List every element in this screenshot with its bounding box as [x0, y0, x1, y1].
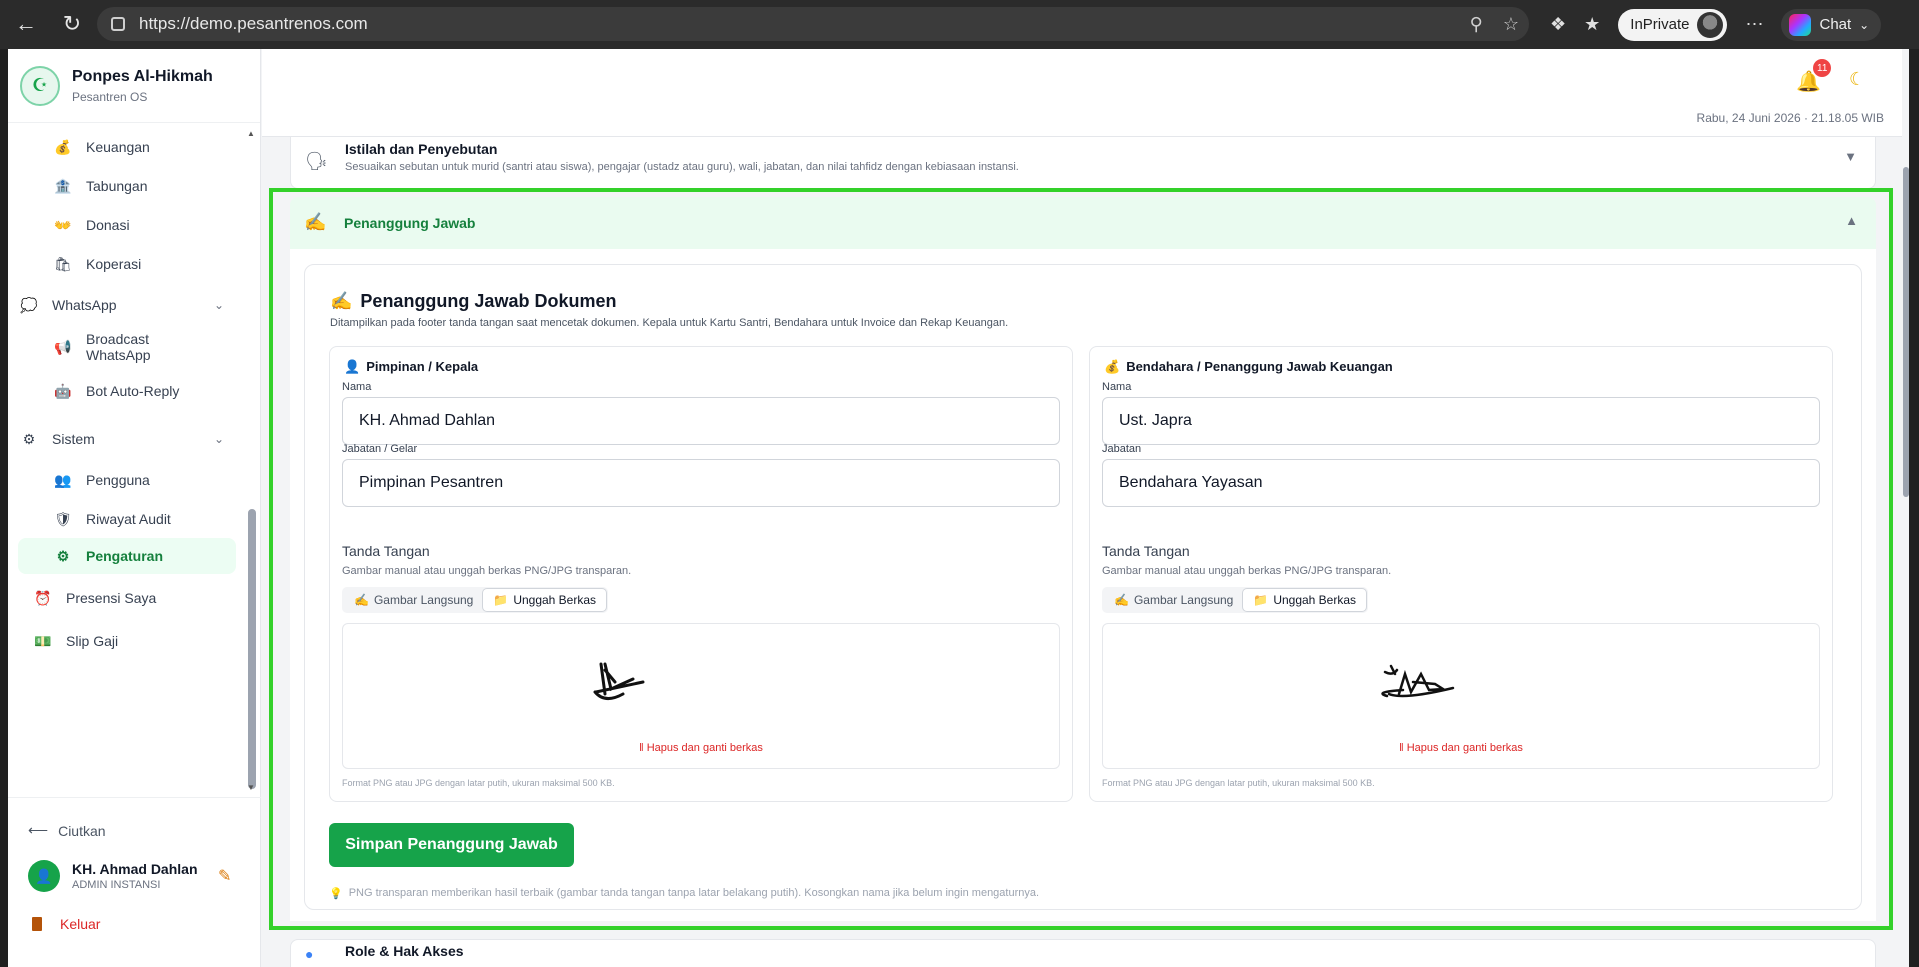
back-icon[interactable]: ←: [8, 6, 44, 42]
shopping-icon: 🛍: [54, 255, 72, 272]
speaking-head-icon: 🗣: [305, 151, 328, 171]
sidebar-item-label: Broadcast WhatsApp: [86, 331, 151, 363]
inprivate-label: InPrivate: [1630, 16, 1690, 33]
istilah-section-card[interactable]: 🗣 Istilah dan Penyebutan Sesuaikan sebut…: [290, 137, 1876, 189]
logout-label: Keluar: [60, 916, 101, 932]
app-window: ☪ Ponpes Al-Hikmah Pesantren OS 💰 Keuanga…: [8, 49, 1909, 967]
sidebar-nav: 💰 Keuangan 🏦 Tabungan 👐 Donasi 🛍 Koperasi 💭 Whats…: [8, 127, 244, 797]
speech-bubble-icon: 💭: [20, 296, 38, 313]
brand: ☪ Ponpes Al-Hikmah Pesantren OS: [8, 49, 260, 123]
hands-icon: 👐: [54, 216, 72, 233]
chevron-down-icon: ⌄: [213, 298, 224, 312]
sidebar-item-label: Pengguna: [86, 472, 150, 488]
logout-button[interactable]: Keluar: [32, 916, 100, 932]
arrow-left-icon: ⟵: [28, 822, 49, 838]
sidebar-item-tabungan[interactable]: 🏦 Tabungan: [18, 166, 236, 206]
chevron-down-icon: ⌄: [213, 432, 224, 446]
highlight-frame: [269, 188, 1893, 930]
user-role: ADMIN INSTANSI: [72, 879, 161, 891]
profile-avatar: [1697, 11, 1724, 38]
collapse-sidebar-button[interactable]: ⟵ Ciutkan: [28, 822, 106, 839]
main-content: 🔔 11 ☾ Rabu, 24 Juni 2026 · 21.18.05 WIB…: [262, 49, 1909, 967]
brand-title: Ponpes Al-Hikmah: [72, 67, 213, 85]
moon-icon[interactable]: ☾: [1849, 69, 1865, 90]
money-bag-icon: 💰: [54, 138, 72, 155]
sidebar-item-label: Bot Auto-Reply: [86, 383, 180, 399]
sidebar-item-presensi-saya[interactable]: ⏰ Presensi Saya: [18, 578, 236, 618]
shield-icon: 🛡: [54, 510, 72, 527]
mosque-logo-icon: ☪: [20, 65, 60, 106]
favorites-icon[interactable]: ★: [1584, 14, 1600, 35]
sidebar-item-label: Sistem: [52, 431, 95, 447]
copilot-chat-button[interactable]: Chat ⌄: [1781, 8, 1882, 41]
money-icon: 💵: [34, 632, 52, 649]
sidebar-item-riwayat-audit[interactable]: 🛡 Riwayat Audit: [18, 499, 236, 539]
user-profile[interactable]: 👤 KH. Ahmad Dahlan ADMIN INSTANSI: [28, 860, 198, 892]
user-name: KH. Ahmad Dahlan: [72, 861, 198, 877]
istilah-title: Istilah dan Penyebutan: [345, 141, 498, 157]
extensions-icon[interactable]: ❖: [1550, 14, 1566, 35]
expand-arrow-icon[interactable]: ▼: [1844, 149, 1857, 164]
notification-badge: 11: [1813, 59, 1832, 77]
sidebar-scrollbar[interactable]: [248, 509, 256, 789]
browser-toolbar: ← ↻ https://demo.pesantrenos.com ⚲ ☆ ❖ ★…: [0, 0, 1919, 49]
sidebar-item-label: WhatsApp: [52, 297, 117, 313]
sidebar-item-pengguna[interactable]: 👥 Pengguna: [18, 460, 236, 500]
sidebar-item-whatsapp[interactable]: 💭 WhatsApp ⌄: [18, 285, 236, 325]
sidebar-scroll-up-icon[interactable]: ▲: [247, 129, 255, 138]
edit-profile-icon[interactable]: ✎: [218, 866, 231, 886]
main-scrollbar[interactable]: [1903, 167, 1909, 497]
copilot-icon: [1789, 13, 1812, 36]
top-bar: 🔔 11 ☾ Rabu, 24 Juni 2026 · 21.18.05 WIB: [262, 49, 1902, 137]
sidebar-item-slip-gaji[interactable]: 💵 Slip Gaji: [18, 621, 236, 661]
collapse-label: Ciutkan: [58, 822, 106, 839]
favorite-star-icon[interactable]: ☆: [1503, 14, 1519, 35]
sidebar-item-donasi[interactable]: 👐 Donasi: [18, 205, 236, 245]
sidebar-scroll-down-icon[interactable]: ▼: [247, 783, 255, 792]
istilah-description: Sesuaikan sebutan untuk murid (santri at…: [345, 161, 1019, 173]
sidebar-item-label: Slip Gaji: [66, 633, 119, 649]
sidebar-item-label: Donasi: [86, 217, 130, 233]
zoom-icon[interactable]: ⚲: [1470, 14, 1483, 35]
sidebar-item-label: Presensi Saya: [66, 590, 157, 606]
chat-label: Chat: [1819, 16, 1852, 33]
sidebar-item-sistem[interactable]: ⚙ Sistem ⌄: [18, 419, 236, 459]
gear-icon: ⚙: [56, 547, 70, 564]
datetime: Rabu, 24 Juni 2026 · 21.18.05 WIB: [1696, 111, 1884, 125]
sidebar-item-label: Tabungan: [86, 178, 148, 194]
chevron-down-icon: ⌄: [1859, 17, 1870, 32]
user-avatar-icon: 👤: [28, 860, 60, 892]
door-icon: [32, 917, 42, 931]
bank-icon: 🏦: [54, 177, 72, 194]
sidebar-item-label: Pengaturan: [86, 548, 164, 564]
role-title: Role & Hak Akses: [345, 943, 464, 959]
sidebar-item-pengaturan[interactable]: ⚙ Pengaturan: [18, 538, 236, 574]
sidebar-item-broadcast-whatsapp[interactable]: 📢 Broadcast WhatsApp: [18, 320, 236, 374]
megaphone-icon: 📢: [54, 338, 72, 355]
more-icon[interactable]: ⋯: [1745, 14, 1763, 35]
lock-icon: [111, 17, 125, 31]
sidebar-item-keuangan[interactable]: 💰 Keuangan: [18, 127, 236, 167]
sidebar-item-label: Riwayat Audit: [86, 511, 171, 527]
key-icon: ●: [305, 946, 314, 962]
alarm-clock-icon: ⏰: [34, 589, 52, 606]
gear-icon: ⚙: [22, 430, 36, 447]
inprivate-button[interactable]: InPrivate: [1618, 8, 1728, 41]
role-section-card[interactable]: ● Role & Hak Akses: [290, 939, 1876, 967]
sidebar: ☪ Ponpes Al-Hikmah Pesantren OS 💰 Keuanga…: [8, 49, 261, 967]
sidebar-item-label: Koperasi: [86, 256, 142, 272]
brand-subtitle: Pesantren OS: [72, 89, 148, 104]
refresh-icon[interactable]: ↻: [54, 6, 90, 42]
users-icon: 👥: [54, 471, 72, 488]
robot-icon: 🤖: [54, 382, 72, 399]
sidebar-item-koperasi[interactable]: 🛍 Koperasi: [18, 244, 236, 284]
url-text: https://demo.pesantrenos.com: [139, 14, 368, 33]
sidebar-item-label: Keuangan: [86, 139, 150, 155]
sidebar-item-bot-auto-reply[interactable]: 🤖 Bot Auto-Reply: [18, 371, 236, 411]
address-bar[interactable]: https://demo.pesantrenos.com ⚲ ☆: [97, 7, 1529, 41]
